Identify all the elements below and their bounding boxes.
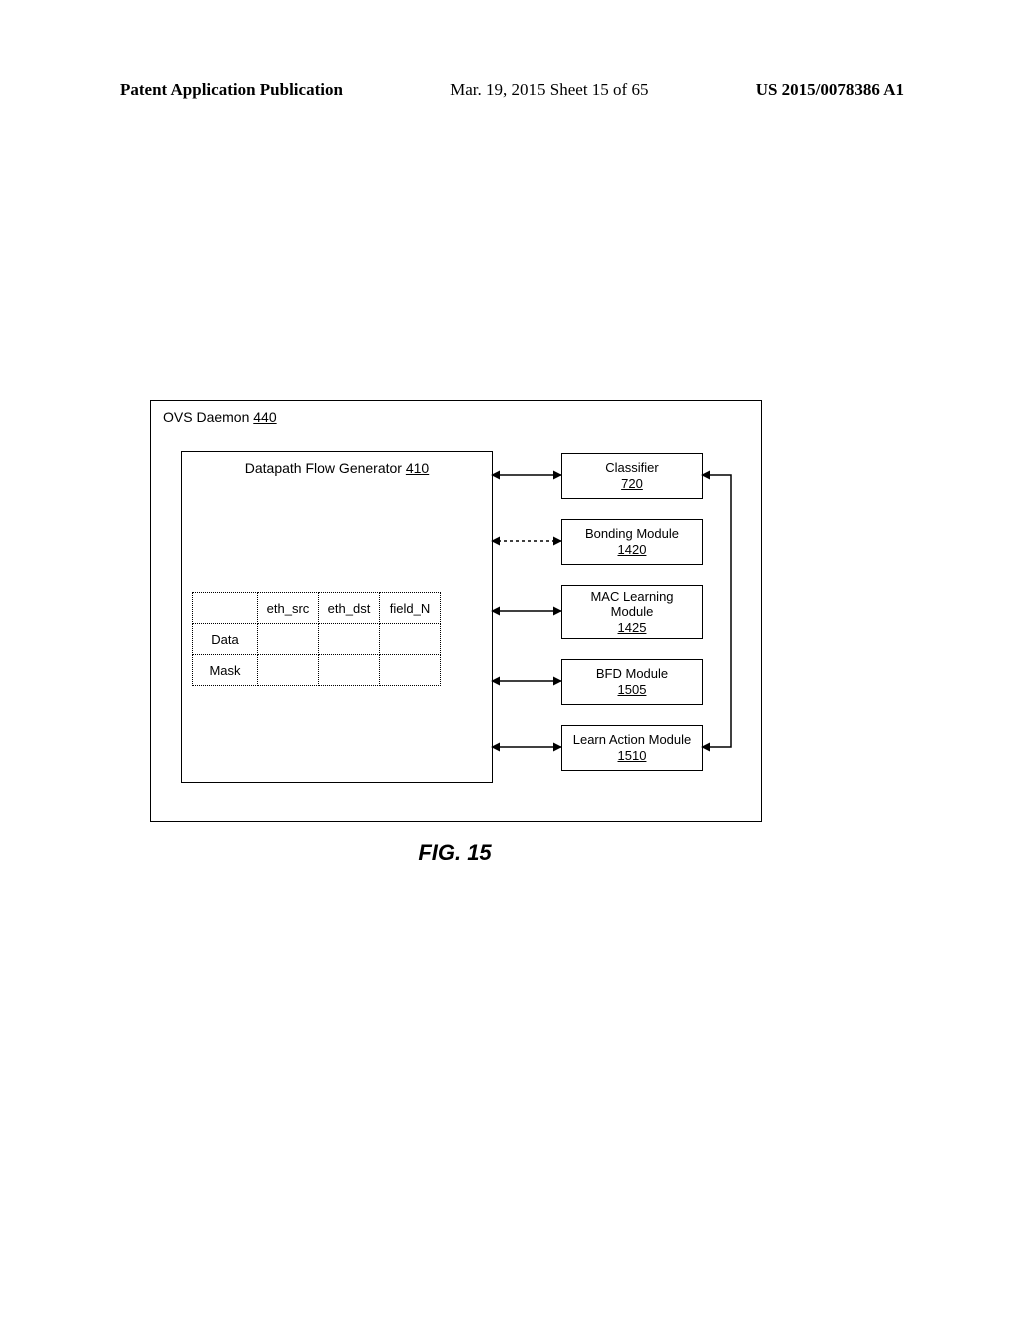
bonding-label: Bonding Module	[585, 526, 679, 542]
table-cell	[258, 655, 319, 686]
bonding-num: 1420	[618, 542, 647, 558]
page-header: Patent Application Publication Mar. 19, …	[120, 80, 904, 100]
learn-num: 1510	[618, 748, 647, 764]
table-cell: eth_dst	[319, 593, 380, 624]
table-cell: field_N	[380, 593, 441, 624]
learn-action-module: Learn Action Module 1510	[561, 725, 703, 771]
bonding-module: Bonding Module 1420	[561, 519, 703, 565]
mac-learning-module: MAC Learning Module 1425	[561, 585, 703, 639]
header-right: US 2015/0078386 A1	[756, 80, 904, 100]
learn-label: Learn Action Module	[573, 732, 692, 748]
mac-label-2: Module	[611, 604, 654, 620]
classifier-module: Classifier 720	[561, 453, 703, 499]
ovs-daemon-label: OVS Daemon 440	[163, 409, 277, 425]
ovs-daemon-box: OVS Daemon 440 Datapath Flow Generator 4…	[150, 400, 762, 822]
header-mid: Mar. 19, 2015 Sheet 15 of 65	[450, 80, 648, 100]
table-cell	[258, 624, 319, 655]
figure: OVS Daemon 440 Datapath Flow Generator 4…	[150, 400, 760, 866]
ovs-daemon-num: 440	[253, 409, 276, 425]
bfd-label: BFD Module	[596, 666, 668, 682]
table-cell	[193, 593, 258, 624]
table-cell	[319, 655, 380, 686]
table-cell	[380, 655, 441, 686]
data-mask-table: eth_src eth_dst field_N Data Mask	[192, 592, 441, 686]
table-row: eth_src eth_dst field_N	[193, 593, 441, 624]
classifier-label: Classifier	[605, 460, 658, 476]
header-left: Patent Application Publication	[120, 80, 343, 100]
datapath-flow-generator-box: Datapath Flow Generator 410 eth_src eth_…	[181, 451, 493, 783]
ovs-daemon-text: OVS Daemon	[163, 409, 249, 425]
mac-num: 1425	[618, 620, 647, 636]
table-cell	[380, 624, 441, 655]
dfg-title-text: Datapath Flow Generator	[245, 460, 402, 476]
dfg-title-num: 410	[406, 460, 429, 476]
dfg-title: Datapath Flow Generator 410	[182, 460, 492, 476]
mac-label-1: MAC Learning	[590, 589, 673, 605]
bfd-num: 1505	[618, 682, 647, 698]
table-row: Data	[193, 624, 441, 655]
table-cell: Data	[193, 624, 258, 655]
classifier-num: 720	[621, 476, 643, 492]
table-cell	[319, 624, 380, 655]
figure-caption: FIG. 15	[150, 840, 760, 866]
bfd-module: BFD Module 1505	[561, 659, 703, 705]
table-cell: Mask	[193, 655, 258, 686]
table-row: Mask	[193, 655, 441, 686]
table-cell: eth_src	[258, 593, 319, 624]
